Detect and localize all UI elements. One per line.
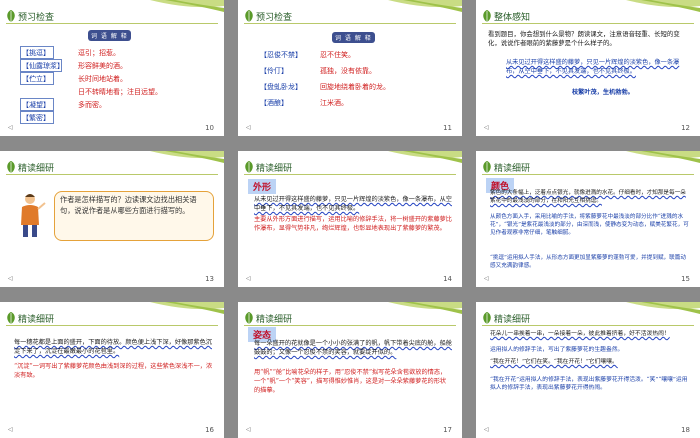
speaker-icon: ◁ [484,275,489,282]
quote-text-2: “我在开花！”它们在笑。“我在开花！”它们嚷嚷。 [490,359,618,365]
analysis-text: 主要从外形方面进行描写，运用比喻的修辞手法，将一树盛开的紫藤萝比作瀑布，显得气势… [254,216,452,232]
leaf-icon [483,312,491,324]
question-text: 看到题目，你会想到什么景物？朗读课文，注意语音轻重、长短的变化，说说作者眼前的紫… [488,30,680,47]
speaker-icon: ◁ [8,426,13,433]
slide-title: 整体感知 [494,13,531,23]
term: 【伶仃】 [260,67,288,75]
slide-14[interactable]: 精读细研 外形 从未见过开得这样盛的藤萝，只见一片辉煌的淡紫色，像一条瀑布，从空… [238,151,462,287]
page-number: 15 [681,275,690,283]
header-divider [6,174,218,175]
analysis-text: 运用拟人的修辞手法，写出了紫藤萝花的生趣盎然。 [490,347,624,353]
leaf-icon [7,312,15,324]
slide-13[interactable]: 精读细研 作者是怎样描写的？边读课文边找出相关语句，说说作者是从哪些方面进行描写… [0,151,224,287]
page-number: 17 [443,426,452,434]
speaker-icon: ◁ [246,275,251,282]
page-number: 14 [443,275,452,283]
term: 【酒酿】 [260,99,288,107]
analysis-text: “沉淀”一词写出了紫藤萝花颜色由浅到深的过程，这些紫色深浅不一，浓淡有致。 [14,363,213,379]
definition: 多而密。 [78,101,106,109]
leaf-icon [245,161,253,173]
speaker-icon: ◁ [246,124,251,131]
quote-text: 紫色的大条幅上，泛着点点银光，就像迸溅的水花。仔细看时，才知那是每一朵紫花中的最… [490,190,686,204]
speaker-icon: ◁ [8,275,13,282]
quote-text: 每一穗花都是上面的盛开，下面的待放。颜色便上浅下深，好像那紫色沉淀下来了，沉淀在… [14,339,212,355]
term-box [20,46,54,59]
speaker-icon: ◁ [8,124,13,131]
teacher-icon [21,194,46,237]
leaf-icon [7,10,15,22]
analysis-text: 从颜色方面入手，采用比喻的手法，将紫藤萝花中最浅淡的部分比作“迸溅的水花”，“银… [490,214,689,236]
quote-text: 花朵儿一串挨着一串，一朵接着一朵，彼此推着挤着，好不活泼热闹！ [490,331,670,337]
slide-10[interactable]: 预习检查 词 语 解 释 【挑逗】 逗引；招惹。 【仙露琼浆】 形容鲜美的酒。 … [0,0,224,136]
page-number: 11 [443,124,452,132]
header-divider [482,23,694,24]
page-number: 16 [205,426,214,434]
speaker-icon: ◁ [484,426,489,433]
term-box [20,72,54,85]
quote-text: 从未见过开得这样盛的藤萝，只见一片辉煌的淡紫色，像一条瀑布，从空中垂下，不见其发… [506,59,680,75]
quote-text: 从未见过开得这样盛的藤萝，只见一片辉煌的淡紫色，像一条瀑布，从空中垂下，不见其发… [254,196,452,212]
leaf-icon [245,10,253,22]
header-divider [6,23,218,24]
slide-15[interactable]: 精读细研 颜色 紫色的大条幅上，泛着点点银光，就像迸溅的水花。仔细看时，才知那是… [476,151,700,287]
definition: 逗引；招惹。 [78,49,120,57]
badge-title: 词 语 解 释 [88,30,131,41]
page-number: 13 [205,275,214,283]
header-divider [6,325,218,326]
page-number: 18 [681,426,690,434]
term: 【盘虬卧龙】 [260,83,302,91]
term: 【忍俊不禁】 [260,51,302,59]
slide-title: 预习检查 [256,13,293,23]
slide-title: 精读细研 [256,164,293,174]
header-divider [482,174,694,175]
slide-title: 精读细研 [494,164,531,174]
speaker-icon: ◁ [484,124,489,131]
slide-16[interactable]: 精读细研 每一穗花都是上面的盛开，下面的待放。颜色便上浅下深，好像那紫色沉淀下来… [0,302,224,438]
badge-title: 词 语 解 释 [332,32,375,43]
analysis-text-2: “我在开花”运用拟人的修辞手法，表现出紫藤萝花开得活泼。“笑”“嚷嚷”运用拟人的… [490,377,688,391]
leaf-icon [483,161,491,173]
quote-text: 每一朵盛开的花就像是一个小小的张满了的帆，帆下带着尖底的舱，船舱鼓鼓的；又像一个… [254,340,452,356]
slide-17[interactable]: 精读细研 姿态 每一朵盛开的花就像是一个小小的张满了的帆，帆下带着尖底的舱，船舱… [238,302,462,438]
definition: 忍不住笑。 [320,51,355,59]
leaf-icon [483,10,491,22]
analysis-text: 用“帆”“舱”比喻花朵的样子，用“忍俊不禁”拟写花朵含苞欲放的情态，一个“帆”一… [254,369,447,394]
header-divider [244,174,456,175]
slide-title: 精读细研 [18,315,55,325]
topic-tag: 外形 [248,179,277,194]
slide-title: 精读细研 [256,315,293,325]
term-box [20,59,62,72]
speaker-icon: ◁ [246,426,251,433]
header-divider [244,23,456,24]
definition: 江米酒。 [320,99,348,107]
header-divider [482,325,694,326]
definition: 日不转睛地看；注目远望。 [78,88,162,96]
term-box [20,98,54,111]
slide-title: 精读细研 [494,315,531,325]
slide-title: 精读细研 [18,164,55,174]
answer-text: 枝繁叶茂，生机勃勃。 [572,89,634,96]
slide-title: 预习检查 [18,13,55,23]
slide-11[interactable]: 预习检查 词 语 解 释 【忍俊不禁】 忍不住笑。 【伶仃】 孤独，没有依靠。 … [238,0,462,136]
definition: 长时间地站着。 [78,75,127,83]
term-box [20,111,54,124]
leaf-icon [245,312,253,324]
analysis-text-2: “挑逗”运用拟人手法，从形态方面更加显紫藤萝的蓬勃可爱，并提到赋，联篇动感又充满… [490,255,686,269]
definition: 形容鲜美的酒。 [78,62,127,70]
definition: 回旋地绕着卧着的龙。 [320,83,390,91]
page-number: 12 [681,124,690,132]
slide-12[interactable]: 整体感知 看到题目，你会想到什么景物？朗读课文，注意语音轻重、长短的变化，说说作… [476,0,700,136]
page-number: 10 [205,124,214,132]
definition: 孤独，没有依靠。 [320,67,376,75]
slide-18[interactable]: 精读细研 花朵儿一串挨着一串，一朵接着一朵，彼此推着挤着，好不活泼热闹！ 运用拟… [476,302,700,438]
leaf-icon [7,161,15,173]
bubble-text: 作者是怎样描写的？边读课文边找出相关语句，说说作者是从哪些方面进行描写的。 [60,195,197,215]
header-divider [244,325,456,326]
